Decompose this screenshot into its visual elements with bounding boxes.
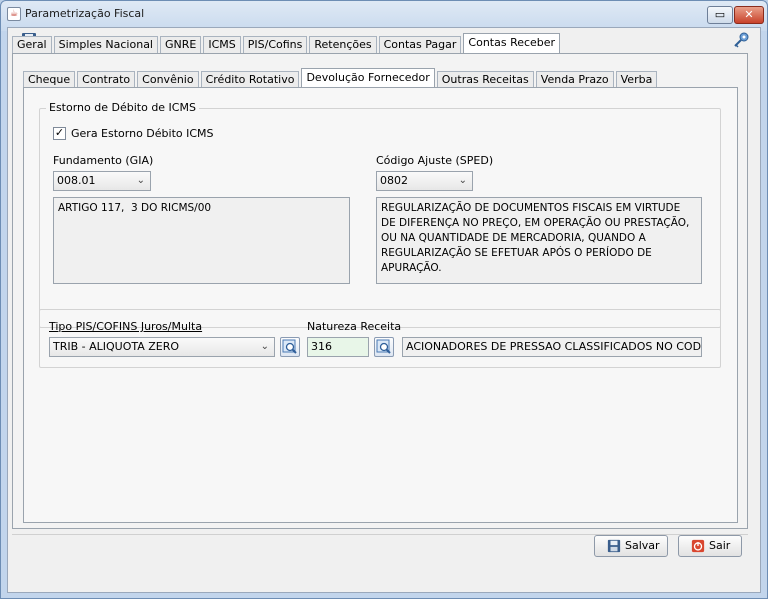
tipo-pis-cofins-select[interactable]: TRIB - ALIQUOTA ZERO ⌄ — [49, 337, 275, 357]
magnifier-icon — [376, 339, 391, 354]
gera-estorno-checkbox[interactable]: ✓ — [53, 127, 66, 140]
chevron-down-icon: ⌄ — [458, 175, 467, 186]
tipo-lookup-button[interactable] — [280, 337, 300, 357]
gera-estorno-label: Gera Estorno Débito ICMS — [71, 127, 214, 140]
natureza-receita-label: Natureza Receita — [307, 320, 402, 333]
fundamento-select[interactable]: 008.01 ⌄ — [53, 171, 151, 191]
estorno-group-title: Estorno de Débito de ICMS — [46, 101, 199, 114]
codigo-ajuste-label: Código Ajuste (SPED) — [376, 154, 494, 167]
inner-tab-bar: Cheque Contrato Convênio Crédito Rotativ… — [23, 68, 659, 89]
chevron-down-icon: ⌄ — [260, 341, 269, 352]
key-icon[interactable] — [732, 31, 750, 49]
tab-retencoes[interactable]: Retenções — [309, 36, 377, 54]
fundamento-label: Fundamento (GIA) — [53, 154, 154, 167]
exit-button[interactable]: Sair — [678, 535, 742, 557]
java-app-icon: ☕ — [7, 7, 21, 21]
natureza-receita-description: ACIONADORES DE PRESSAO CLASSIFICADOS NO … — [402, 337, 702, 357]
power-icon — [691, 539, 705, 553]
main-window: ☕ Parametrização Fiscal ▭ ✕ Geral Simple… — [0, 0, 768, 599]
fundamento-description: ARTIGO 117, 3 DO RICMS/00 — [53, 197, 350, 284]
outer-tab-bar: Geral Simples Nacional GNRE ICMS PIS/Cof… — [12, 33, 562, 54]
magnifier-icon — [282, 339, 297, 354]
window-title: Parametrização Fiscal — [25, 7, 145, 20]
natureza-receita-code-field[interactable]: 316 — [307, 337, 369, 357]
tab-gnre[interactable]: GNRE — [159, 36, 202, 54]
tipo-pis-cofins-label: Tipo PIS/COFINS Juros/Multa — [49, 320, 203, 333]
tab-devolucao-fornecedor[interactable]: Devolução Fornecedor — [301, 68, 435, 89]
floppy-disk-icon — [607, 539, 621, 553]
codigo-ajuste-description: REGULARIZAÇÃO DE DOCUMENTOS FISCAIS EM V… — [376, 197, 702, 284]
tab-simples-nacional[interactable]: Simples Nacional — [53, 36, 158, 54]
chevron-down-icon: ⌄ — [136, 175, 145, 186]
title-bar[interactable]: ☕ Parametrização Fiscal ▭ ✕ — [1, 1, 767, 27]
save-button[interactable]: Salvar — [594, 535, 668, 557]
restore-button[interactable]: ▭ — [707, 6, 733, 24]
natureza-lookup-button[interactable] — [374, 337, 394, 357]
tab-contas-receber[interactable]: Contas Receber — [463, 33, 561, 54]
close-button[interactable]: ✕ — [734, 6, 764, 24]
codigo-ajuste-select[interactable]: 0802 ⌄ — [376, 171, 473, 191]
tab-geral[interactable]: Geral — [12, 36, 52, 54]
tab-pis-cofins[interactable]: PIS/Cofins — [242, 36, 308, 54]
tab-icms[interactable]: ICMS — [203, 36, 241, 54]
tab-contas-pagar[interactable]: Contas Pagar — [378, 36, 462, 54]
